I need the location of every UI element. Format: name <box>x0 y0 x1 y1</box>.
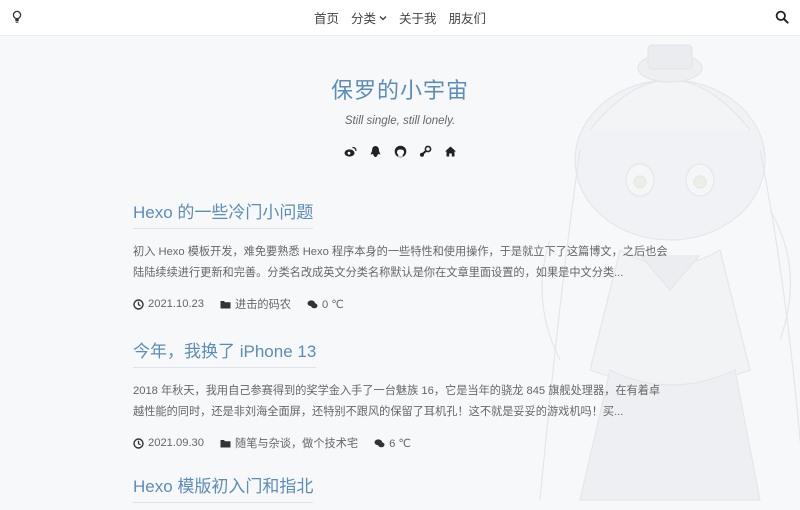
site-title: 保罗的小宇宙 <box>330 78 469 103</box>
search-icon[interactable] <box>775 10 789 24</box>
post-excerpt: 初入 Hexo 模板开发，难免要熟悉 Hexo 程序本身的一些特性和使用操作，于… <box>133 246 668 279</box>
qq-icon[interactable] <box>369 145 382 158</box>
nav-item-home[interactable]: 首页 <box>308 8 345 27</box>
nav-item-friends[interactable]: 朋友们 <box>443 8 493 27</box>
chevron-down-icon <box>379 15 387 20</box>
weibo-icon[interactable] <box>344 145 357 158</box>
post-meta: 2021.10.23 进击的码农 0 ℃ <box>133 296 673 312</box>
folder-icon <box>220 300 231 308</box>
post-category-link[interactable]: 进击的码农 <box>220 296 291 312</box>
main-nav: 首页 分类 关于我 朋友们 <box>0 0 800 35</box>
post-title-link[interactable]: 今年，我换了 iPhone 13 <box>133 337 317 368</box>
post-date-text: 2021.09.30 <box>148 437 204 449</box>
nav-item-label: 关于我 <box>399 12 437 26</box>
post-comments-link[interactable]: 6 ℃ <box>374 437 411 450</box>
social-links <box>0 145 800 158</box>
comments-icon <box>374 438 385 447</box>
main-content: 保罗的小宇宙 Still single, still lonely. Hexo … <box>0 35 800 503</box>
post-comments-text: 6 ℃ <box>389 437 411 450</box>
comments-icon <box>307 299 318 308</box>
post-title-link[interactable]: Hexo 的一些冷门小问题 <box>133 198 314 229</box>
post-title-link[interactable]: Hexo 模版初入门和指北 <box>133 472 314 503</box>
clock-icon <box>133 298 144 310</box>
lightbulb-icon[interactable] <box>11 10 23 24</box>
post-card: Hexo 模版初入门和指北 <box>133 472 673 503</box>
steam-icon[interactable] <box>419 145 432 158</box>
post-date-text: 2021.10.23 <box>148 298 204 310</box>
post-excerpt: 2018 年秋天，我用自己参赛得到的奖学金入手了一台魅族 16，它是当年的骁龙 … <box>133 385 661 418</box>
post-category-text: 进击的码农 <box>235 299 291 311</box>
post-date: 2021.09.30 <box>133 437 204 449</box>
nav-item-label: 朋友们 <box>448 12 487 26</box>
post-category-text: 随笔与杂谈，做个技术宅 <box>235 438 359 450</box>
post-meta: 2021.09.30 随笔与杂谈，做个技术宅 6 ℃ <box>133 435 673 451</box>
post-category-link[interactable]: 随笔与杂谈，做个技术宅 <box>220 435 358 451</box>
folder-icon <box>220 439 231 447</box>
top-navbar: 首页 分类 关于我 朋友们 <box>0 0 800 36</box>
site-subtitle: Still single, still lonely. <box>344 115 456 127</box>
post-card: Hexo 的一些冷门小问题 初入 Hexo 模板开发，难免要熟悉 Hexo 程序… <box>133 198 673 312</box>
home-icon[interactable] <box>444 145 457 158</box>
post-comments-link[interactable]: 0 ℃ <box>307 298 344 311</box>
clock-icon <box>133 437 144 449</box>
nav-item-label: 首页 <box>313 12 339 26</box>
nav-item-about[interactable]: 关于我 <box>393 8 443 27</box>
github-icon[interactable] <box>394 145 407 158</box>
post-comments-text: 0 ℃ <box>321 298 344 311</box>
nav-item-categories[interactable]: 分类 <box>345 8 393 27</box>
post-date: 2021.10.23 <box>133 298 204 310</box>
nav-item-label: 分类 <box>350 12 376 26</box>
post-card: 今年，我换了 iPhone 13 2018 年秋天，我用自己参赛得到的奖学金入手… <box>133 337 673 451</box>
